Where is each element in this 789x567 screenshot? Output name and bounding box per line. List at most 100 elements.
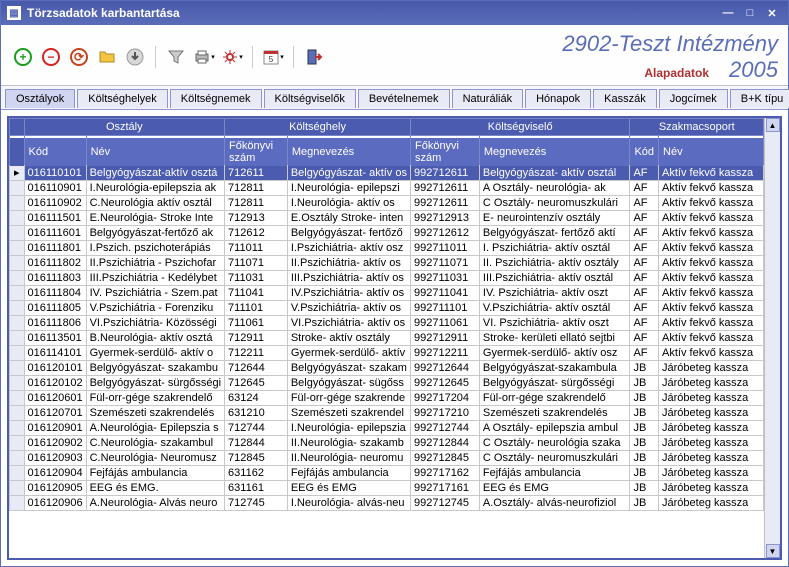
calendar-button[interactable]: 5 ▾ (261, 45, 285, 69)
cell[interactable]: 992712611 (410, 165, 479, 181)
scroll-up-button[interactable]: ▲ (766, 118, 780, 132)
cell[interactable]: Fül-orr-gége szakrendelő (86, 391, 224, 406)
table-row[interactable]: 016110902C.Neurológia aktív osztál712811… (10, 196, 764, 211)
table-row[interactable]: 016120102Belgyógyászat- sürgősségi712645… (10, 376, 764, 391)
table-row[interactable]: 016120902C.Neurológia- szakambul712844II… (10, 436, 764, 451)
row-indicator[interactable] (10, 316, 25, 331)
cell[interactable]: 016111601 (24, 226, 86, 241)
cell[interactable]: B.Neurológia- aktív osztá (86, 331, 224, 346)
cell[interactable]: I. Pszichiátria- aktív osztál (479, 241, 630, 256)
filter-button[interactable] (164, 45, 188, 69)
cell[interactable]: 712645 (225, 376, 288, 391)
cell[interactable]: 992712644 (410, 361, 479, 376)
cell[interactable]: III.Pszichiátria- aktív os (287, 271, 410, 286)
col-megnevezes-2[interactable]: Megnevezés (479, 137, 630, 166)
cell[interactable]: AF (630, 316, 659, 331)
cell[interactable]: C Osztály- neuromuszkulári (479, 196, 630, 211)
cell[interactable]: I.Neurológia- epilepszi (287, 181, 410, 196)
row-indicator[interactable] (10, 466, 25, 481)
cell[interactable]: JB (630, 481, 659, 496)
cell[interactable]: AF (630, 271, 659, 286)
group-header-szakmacsoport[interactable]: Szakmacsoport (630, 119, 764, 136)
cell[interactable]: Szemészeti szakrendelés (479, 406, 630, 421)
cell[interactable]: E.Neurológia- Stroke Inte (86, 211, 224, 226)
cell[interactable]: Aktív fekvő kassza (659, 316, 764, 331)
cell[interactable]: II.Pszichiátria- aktív os (287, 256, 410, 271)
cell[interactable]: Gyermek-serdülő- aktív (287, 346, 410, 361)
cell[interactable]: I.Neurológia-epilepszia ak (86, 181, 224, 196)
cell[interactable]: A Osztály- epilepszia ambul (479, 421, 630, 436)
cell[interactable]: 992711041 (410, 286, 479, 301)
cell[interactable]: 992711071 (410, 256, 479, 271)
row-indicator[interactable] (10, 331, 25, 346)
cell[interactable]: 712811 (225, 181, 288, 196)
cell[interactable]: Szemészeti szakrendel (287, 406, 410, 421)
table-row[interactable]: 016114101Gyermek-serdülő- aktív o712211G… (10, 346, 764, 361)
cell[interactable]: AF (630, 196, 659, 211)
col-fokonyvi-2[interactable]: Főkönyvi szám (410, 137, 479, 166)
table-row[interactable]: 016111601Belgyógyászat-fertőző ak712612B… (10, 226, 764, 241)
cell[interactable]: 992717161 (410, 481, 479, 496)
cell[interactable]: 992712911 (410, 331, 479, 346)
col-kod-2[interactable]: Kód (630, 137, 659, 166)
cell[interactable]: 63124 (225, 391, 288, 406)
cell[interactable]: 016111805 (24, 301, 86, 316)
cell[interactable]: EEG és EMG (479, 481, 630, 496)
table-row[interactable]: 016120601Fül-orr-gége szakrendelő63124Fü… (10, 391, 764, 406)
cell[interactable]: I.Neurológia- epilepszia (287, 421, 410, 436)
cell[interactable]: JB (630, 496, 659, 511)
row-indicator[interactable] (10, 241, 25, 256)
cell[interactable]: 712211 (225, 346, 288, 361)
cell[interactable]: Gyermek-serdülő- aktív o (86, 346, 224, 361)
table-row[interactable]: 016120903C.Neurológia- Neuromusz712845II… (10, 451, 764, 466)
cell[interactable]: VI.Pszichiátria- aktív os (287, 316, 410, 331)
cell[interactable]: 992711031 (410, 271, 479, 286)
settings-button[interactable]: ▾ (220, 45, 244, 69)
cell[interactable]: JB (630, 376, 659, 391)
cell[interactable]: C.Neurológia- Neuromusz (86, 451, 224, 466)
cell[interactable]: I.Neurológia- alvás-neu (287, 496, 410, 511)
cell[interactable]: Járóbeteg kassza (659, 436, 764, 451)
print-button[interactable]: ▾ (192, 45, 216, 69)
cell[interactable]: 992717204 (410, 391, 479, 406)
cell[interactable]: 016111804 (24, 286, 86, 301)
cell[interactable]: Aktív fekvő kassza (659, 211, 764, 226)
group-header-koltseghely[interactable]: Költséghely (225, 119, 411, 136)
cell[interactable]: C Osztály- neuromuszkulári (479, 451, 630, 466)
cell[interactable]: A.Osztály- alvás-neurofiziol (479, 496, 630, 511)
cell[interactable]: AF (630, 286, 659, 301)
cell[interactable]: Belgyógyászat-aktív osztá (86, 165, 224, 181)
cell[interactable]: 711011 (225, 241, 288, 256)
cell[interactable]: Belgyógyászat- sürgősségi (479, 376, 630, 391)
cell[interactable]: VI.Pszichiátria- Közösségi (86, 316, 224, 331)
cell[interactable]: Stroke- kerületi ellató sejtbi (479, 331, 630, 346)
cell[interactable]: 992711011 (410, 241, 479, 256)
remove-button[interactable]: − (39, 45, 63, 69)
row-indicator[interactable] (10, 496, 25, 511)
cell[interactable]: III.Pszichiátria- aktív osztál (479, 271, 630, 286)
table-row[interactable]: 016111803III.Pszichiátria - Kedélybet711… (10, 271, 764, 286)
cell[interactable]: 631162 (225, 466, 288, 481)
cell[interactable]: III.Pszichiátria - Kedélybet (86, 271, 224, 286)
row-indicator[interactable] (10, 196, 25, 211)
vertical-scrollbar[interactable]: ▲ ▼ (764, 118, 780, 558)
cell[interactable]: Járóbeteg kassza (659, 391, 764, 406)
group-header-koltsegviselo[interactable]: Költségviselő (410, 119, 629, 136)
row-indicator[interactable] (10, 256, 25, 271)
table-row[interactable]: 016111801I.Pszich. pszichoterápiás711011… (10, 241, 764, 256)
cell[interactable]: 016120906 (24, 496, 86, 511)
row-indicator[interactable] (10, 271, 25, 286)
cell[interactable]: A.Neurológia- Epilepszia s (86, 421, 224, 436)
cell[interactable]: 992712744 (410, 421, 479, 436)
row-indicator[interactable] (10, 181, 25, 196)
row-indicator[interactable] (10, 451, 25, 466)
cell[interactable]: C.Neurológia aktív osztál (86, 196, 224, 211)
cell[interactable]: Belgyógyászat- aktív os (287, 165, 410, 181)
cell[interactable]: 712745 (225, 496, 288, 511)
tab-kassz-k[interactable]: Kasszák (593, 89, 657, 108)
cell[interactable]: 016120901 (24, 421, 86, 436)
cell[interactable]: Járóbeteg kassza (659, 466, 764, 481)
cell[interactable]: Gyermek-serdülő- aktív osz (479, 346, 630, 361)
cell[interactable]: AF (630, 226, 659, 241)
cell[interactable]: 712911 (225, 331, 288, 346)
